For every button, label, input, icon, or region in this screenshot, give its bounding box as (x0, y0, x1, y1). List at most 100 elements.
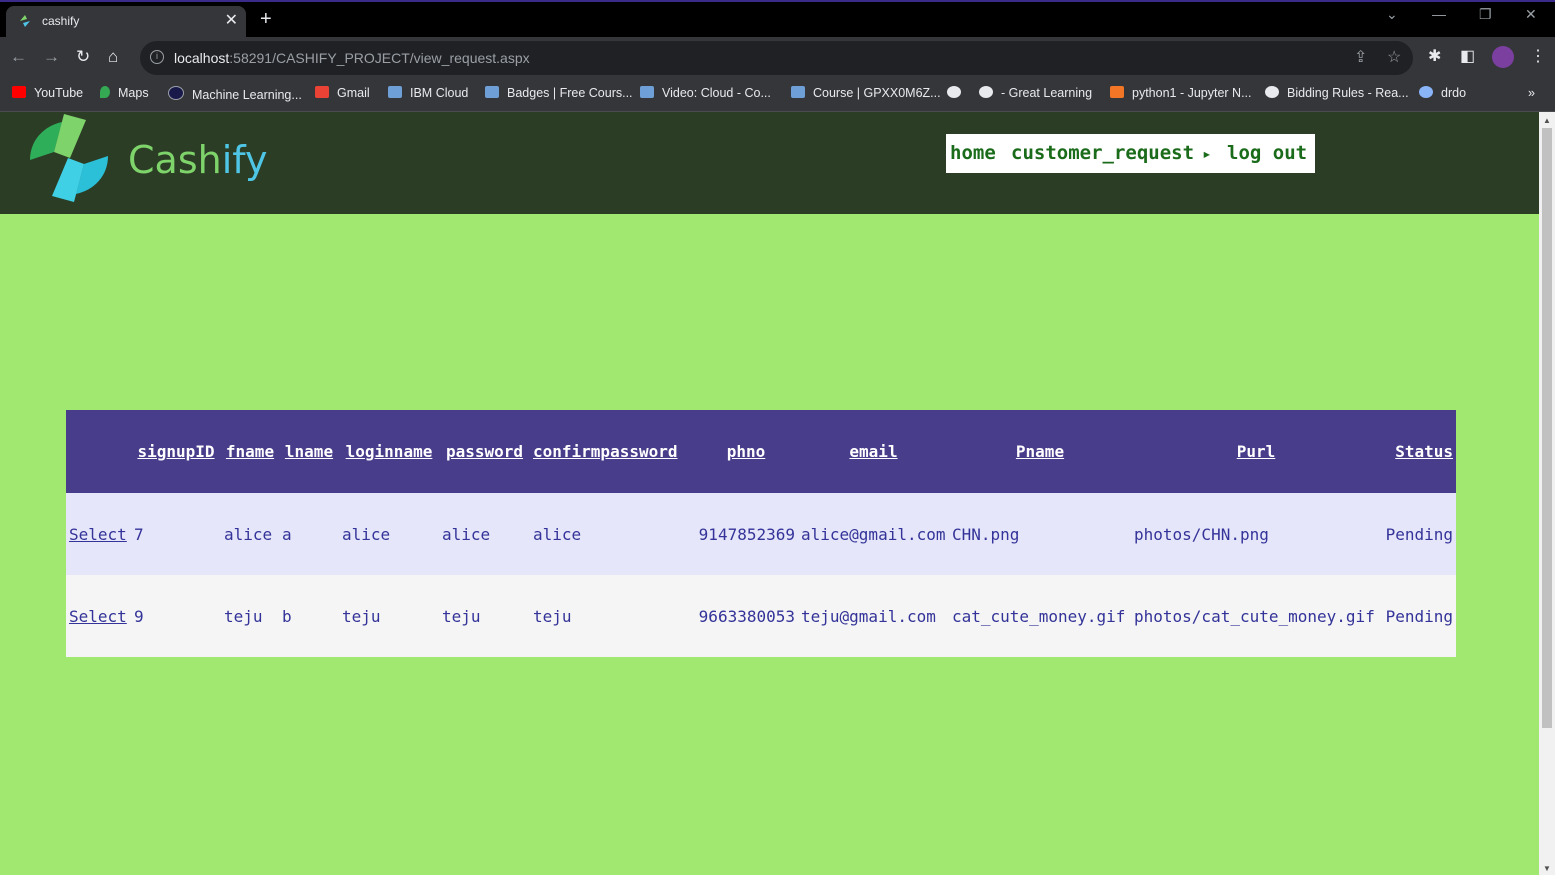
bookmark-drdo[interactable]: drdo (1419, 86, 1466, 100)
skills-network-icon (485, 86, 499, 98)
more-bookmarks-icon[interactable]: » (1528, 86, 1535, 100)
browser-tab[interactable]: cashify ✕ (6, 6, 246, 37)
minimize-icon[interactable]: — (1432, 6, 1446, 22)
share-icon[interactable]: ⇪ (1354, 48, 1367, 68)
cell-loginname: alice (339, 493, 439, 575)
grid-header-password[interactable]: password (439, 410, 530, 493)
nav-home[interactable]: home (950, 142, 996, 164)
cell-signupid: 7 (131, 493, 221, 575)
select-link[interactable]: Select (69, 525, 127, 544)
extensions-icon[interactable]: ✱ (1428, 47, 1441, 67)
cashify-logo-icon (30, 114, 108, 202)
bookmark-ibm-cloud[interactable]: IBM Cloud (388, 86, 468, 100)
youtube-icon (12, 86, 26, 98)
brand-name: Cashify (128, 138, 268, 182)
skills-network-icon (791, 86, 805, 98)
cell-pname: cat_cute_money.gif (949, 575, 1131, 657)
cashify-favicon-icon (20, 15, 30, 27)
forward-icon[interactable]: → (43, 47, 60, 67)
select-cell: Select (66, 575, 131, 657)
ml-site-icon (168, 86, 184, 100)
globe-icon (947, 86, 961, 98)
bookmark-great-learning[interactable]: - Great Learning (979, 86, 1092, 100)
grid-header-lname[interactable]: lname (279, 410, 339, 493)
cell-confirmpassword: alice (530, 493, 694, 575)
scrollbar-thumb[interactable] (1542, 128, 1552, 728)
bookmark-jupyter[interactable]: python1 - Jupyter N... (1110, 86, 1252, 100)
grid-header-status[interactable]: Status (1381, 410, 1456, 493)
cell-password: teju (439, 575, 530, 657)
grid-header-select (66, 410, 131, 493)
cell-phno: 9147852369 (694, 493, 798, 575)
skills-network-icon (640, 86, 654, 98)
bookmark-badges[interactable]: Badges | Free Cours... (485, 86, 633, 100)
bookmark-maps[interactable]: Maps (100, 86, 149, 100)
cell-lname: a (279, 493, 339, 575)
bookmark-course[interactable]: Course | GPXX0M6Z... (791, 86, 941, 100)
menu-kebab-icon[interactable]: ⋮ (1530, 47, 1546, 67)
url-text[interactable]: localhost:58291/CASHIFY_PROJECT/view_req… (174, 50, 530, 66)
drdo-icon (1419, 86, 1433, 98)
cell-status: Pending (1381, 493, 1456, 575)
scroll-down-icon[interactable]: ▼ (1543, 864, 1551, 873)
new-tab-button[interactable]: + (260, 8, 272, 30)
vertical-scrollbar[interactable]: ▲ ▼ (1539, 112, 1555, 875)
window-close-icon[interactable]: ✕ (1525, 6, 1537, 23)
grid-header-confirmpassword[interactable]: confirmpassword (530, 410, 694, 493)
bookmarks-bar: YouTube Maps Machine Learning... Gmail I… (0, 79, 1555, 112)
scroll-up-icon[interactable]: ▲ (1543, 116, 1551, 125)
cell-fname: alice (221, 493, 279, 575)
grid-header-signupid[interactable]: signupID (131, 410, 221, 493)
bookmark-machine-learning[interactable]: Machine Learning... (168, 86, 302, 102)
bookmark-youtube[interactable]: YouTube (12, 86, 83, 100)
gmail-icon (315, 86, 329, 98)
cell-signupid: 9 (131, 575, 221, 657)
bookmark-star-icon[interactable]: ☆ (1387, 48, 1401, 68)
table-row: Select 7 alice a alice alice alice 91478… (66, 493, 1456, 575)
grid-header-loginname[interactable]: loginname (339, 410, 439, 493)
bookmark-gmail[interactable]: Gmail (315, 86, 370, 100)
grid-header-fname[interactable]: fname (221, 410, 279, 493)
google-icon (979, 86, 993, 98)
nav-logout[interactable]: log out (1227, 142, 1307, 164)
cell-purl: photos/CHN.png (1131, 493, 1381, 575)
browser-toolbar: ← → ↻ ⌂ i localhost:58291/CASHIFY_PROJEC… (0, 37, 1555, 79)
tab-search-icon[interactable]: ⌄ (1386, 6, 1398, 23)
grid-header-email[interactable]: email (798, 410, 949, 493)
maps-pin-icon (100, 86, 110, 98)
reload-icon[interactable]: ↻ (76, 47, 90, 67)
grid-header-row: signupID fname lname loginname password … (66, 410, 1456, 493)
site-info-icon[interactable]: i (150, 50, 164, 64)
jupyter-icon (1110, 86, 1124, 98)
cell-status: Pending (1381, 575, 1456, 657)
cell-email: alice@gmail.com (798, 493, 949, 575)
nav-customer-request[interactable]: customer_request (1011, 142, 1194, 164)
profile-avatar[interactable] (1492, 46, 1514, 68)
cell-loginname: teju (339, 575, 439, 657)
grid-header-purl[interactable]: Purl (1131, 410, 1381, 493)
page-body: Cashify home customer_request ▸ log out … (0, 112, 1539, 875)
cell-fname: teju (221, 575, 279, 657)
cell-password: alice (439, 493, 530, 575)
bookmark-bidding-rules[interactable]: Bidding Rules - Rea... (1265, 86, 1409, 100)
back-icon[interactable]: ← (10, 47, 27, 67)
restore-icon[interactable]: ❐ (1479, 6, 1492, 23)
select-cell: Select (66, 493, 131, 575)
cell-lname: b (279, 575, 339, 657)
ibm-cloud-icon (388, 86, 402, 98)
side-panel-icon[interactable]: ◧ (1460, 47, 1475, 67)
cell-phno: 9663380053 (694, 575, 798, 657)
requests-grid: signupID fname lname loginname password … (66, 410, 1456, 657)
home-icon[interactable]: ⌂ (108, 47, 118, 67)
tab-close-icon[interactable]: ✕ (225, 11, 238, 31)
bookmark-globe[interactable] (947, 86, 969, 100)
address-bar[interactable]: i localhost:58291/CASHIFY_PROJECT/view_r… (140, 41, 1413, 75)
grid-header-pname[interactable]: Pname (949, 410, 1131, 493)
bookmark-video-cloud[interactable]: Video: Cloud - Co... (640, 86, 771, 100)
cell-email: teju@gmail.com (798, 575, 949, 657)
select-link[interactable]: Select (69, 607, 127, 626)
main-menu: home customer_request ▸ log out (946, 134, 1315, 173)
site-header: Cashify home customer_request ▸ log out (0, 112, 1539, 214)
tab-title: cashify (42, 14, 80, 28)
grid-header-phno[interactable]: phno (694, 410, 798, 493)
